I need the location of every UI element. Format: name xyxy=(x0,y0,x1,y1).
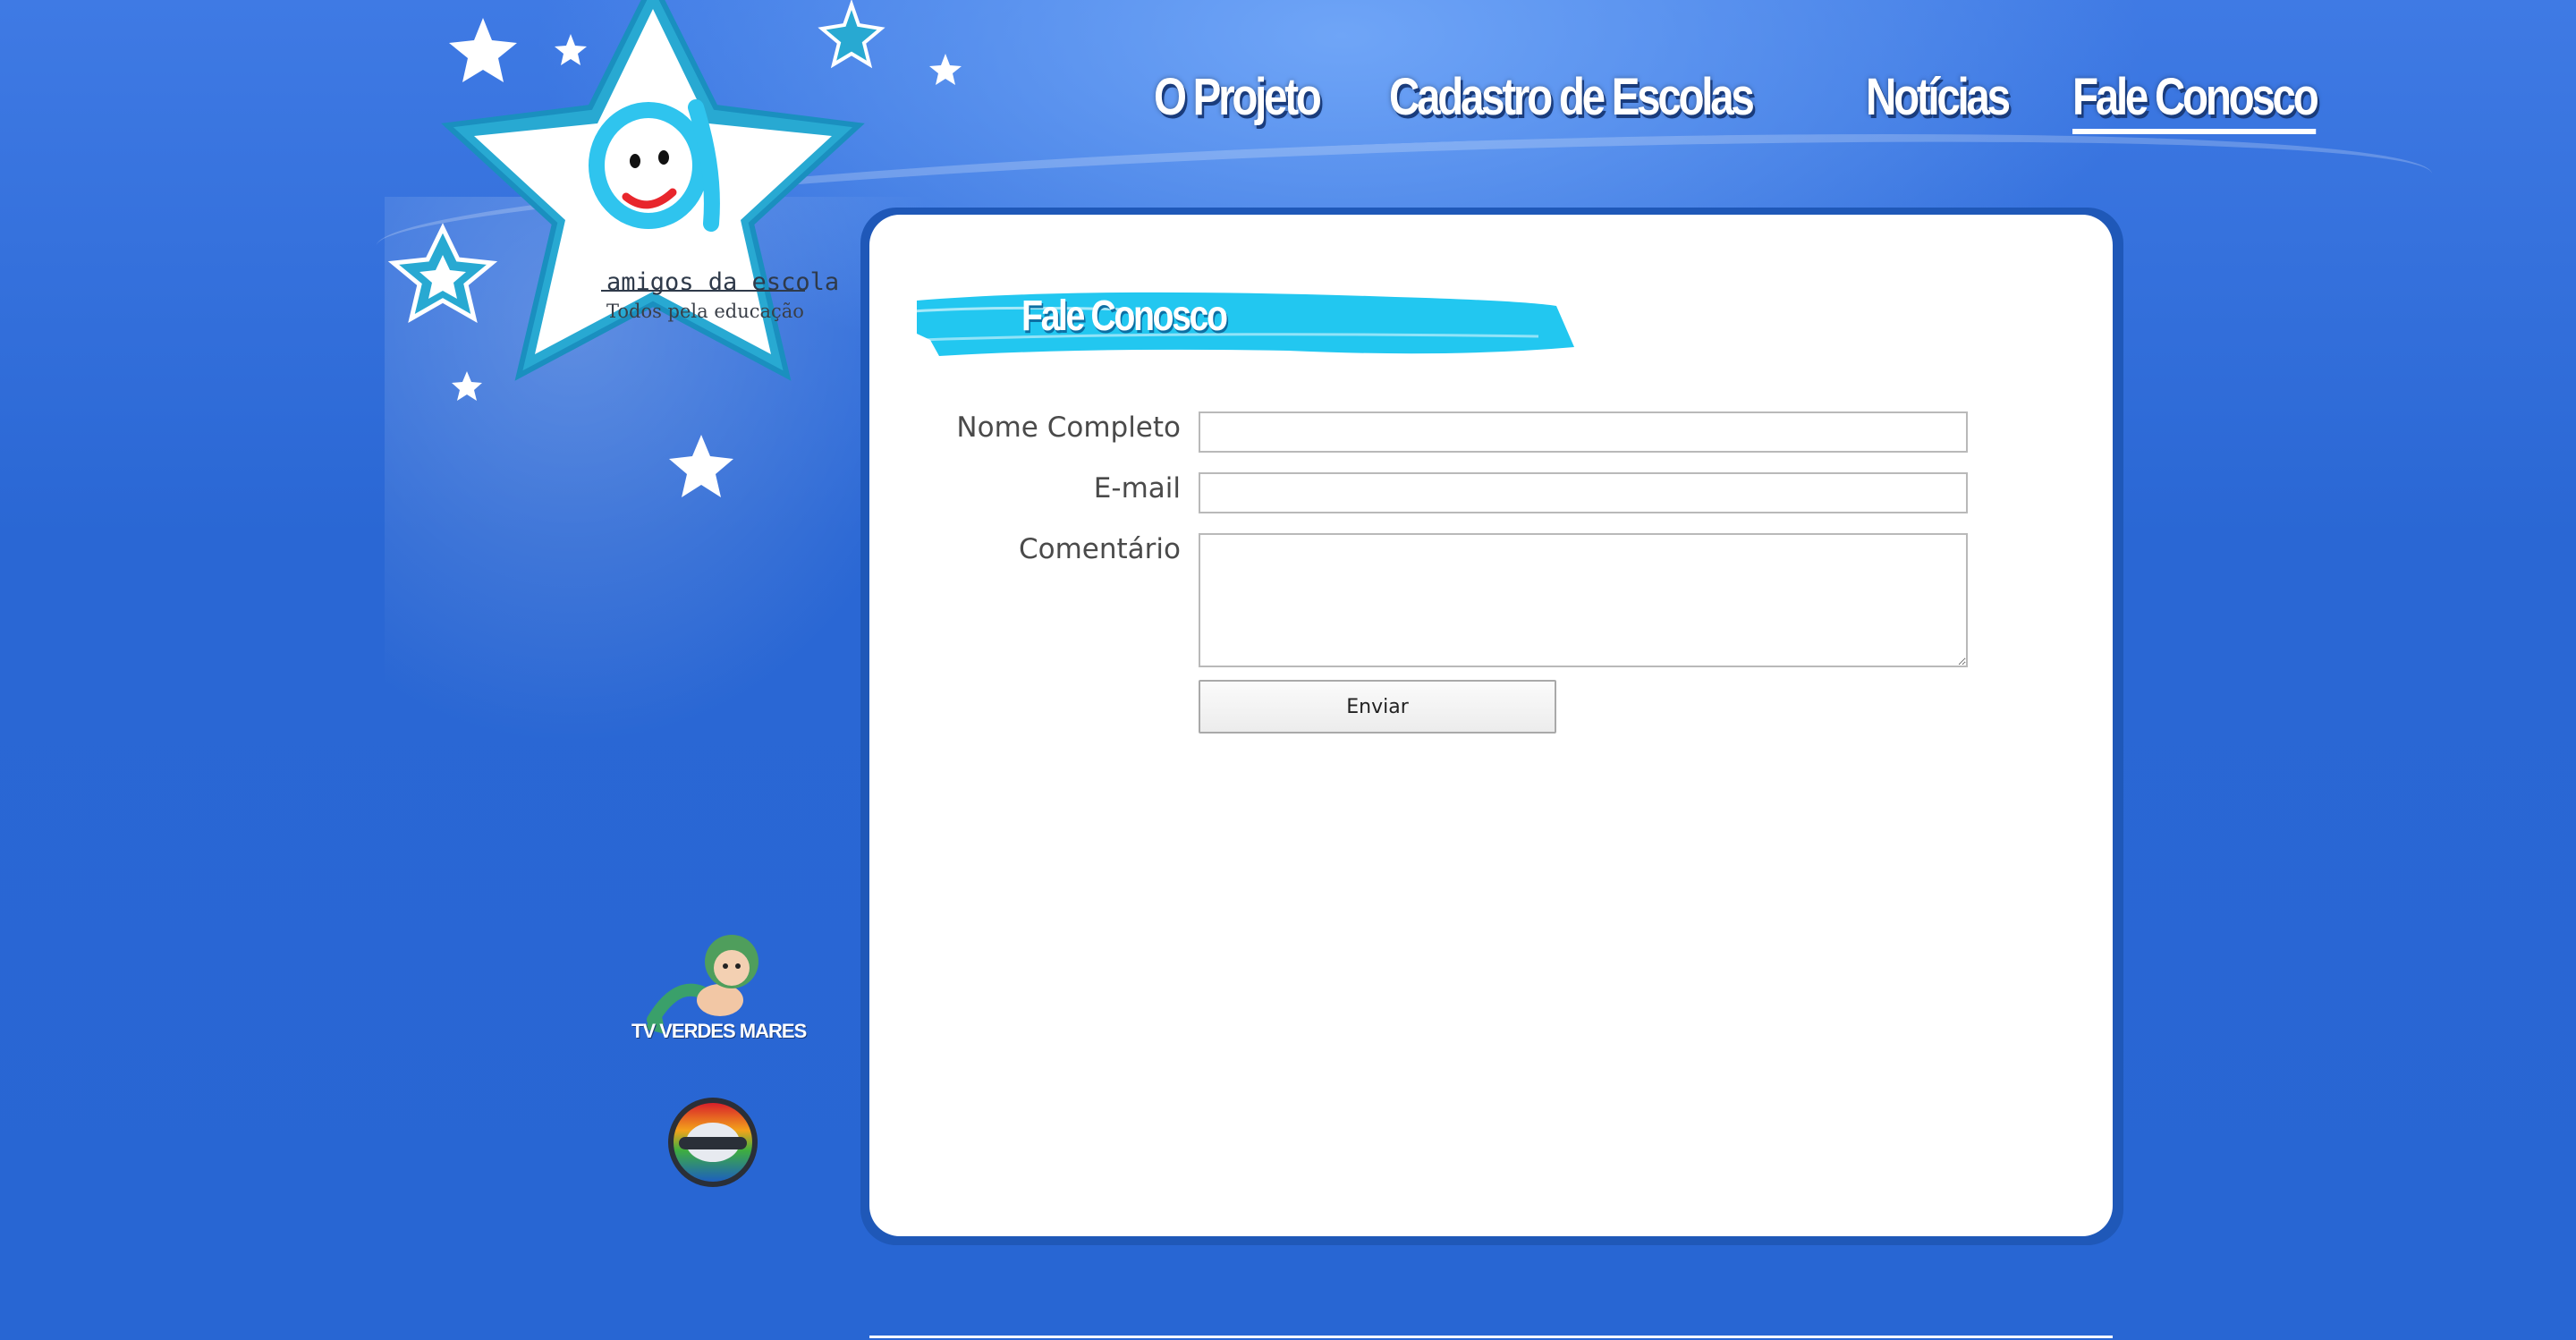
email-field[interactable] xyxy=(1199,472,1968,513)
comment-label: Comentário xyxy=(1018,533,1181,565)
globo-logo-icon[interactable] xyxy=(666,1096,760,1190)
footer-divider xyxy=(869,1336,2113,1338)
title-brush-stroke xyxy=(912,292,1574,356)
nav-cadastro-de-escolas[interactable]: Cadastro de Escolas xyxy=(1389,67,1755,134)
nav-fale-conosco[interactable]: Fale Conosco xyxy=(2072,67,2319,134)
email-label: E-mail xyxy=(1093,472,1181,505)
logo-name: amigos da escola xyxy=(606,268,840,296)
logo-tagline: Todos pela educação xyxy=(606,301,804,322)
send-button[interactable]: Enviar xyxy=(1199,680,1556,734)
tv-verdes-mares-label: TV VERDES MARES xyxy=(631,1020,807,1042)
name-label: Nome Completo xyxy=(956,411,1181,444)
nav-o-projeto[interactable]: O Projeto xyxy=(1154,67,1322,134)
comment-field[interactable] xyxy=(1199,533,1968,667)
nav-noticias[interactable]: Notícias xyxy=(1866,67,2011,134)
main-nav: O Projeto Cadastro de Escolas Notícias F… xyxy=(1154,67,2370,134)
section-title: Fale Conosco xyxy=(1021,293,1228,340)
name-field[interactable] xyxy=(1199,411,1968,453)
